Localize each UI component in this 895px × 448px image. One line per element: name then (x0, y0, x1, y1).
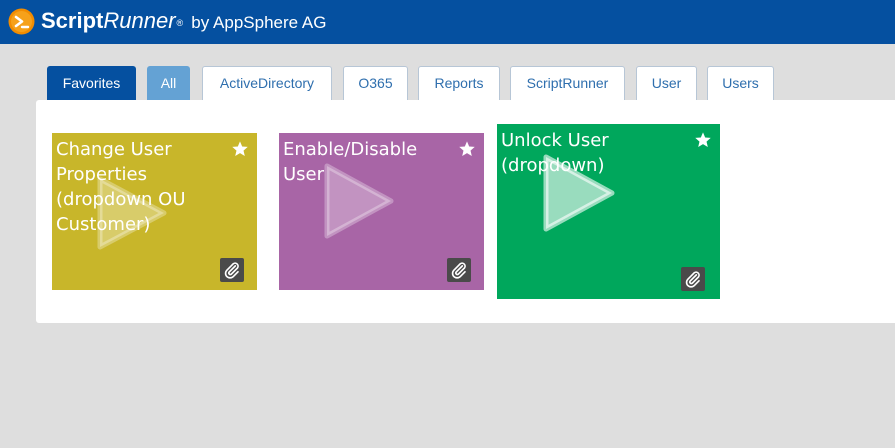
star-icon[interactable] (694, 131, 712, 149)
action-card[interactable]: Unlock User (dropdown) (497, 124, 720, 299)
brand-runner: Runner (103, 8, 176, 33)
tab-all[interactable]: All (147, 66, 190, 100)
star-icon[interactable] (231, 140, 249, 158)
paperclip-icon (685, 271, 700, 288)
action-card-title: Unlock User (dropdown) (501, 130, 609, 176)
paperclip-icon (451, 262, 466, 279)
scriptrunner-logo-icon (8, 8, 35, 35)
star-icon[interactable] (458, 140, 476, 158)
tab-scriptrunner[interactable]: ScriptRunner (510, 66, 625, 100)
tab-favorites[interactable]: Favorites (47, 66, 136, 100)
action-card[interactable]: Change User Properties (dropdown OU Cust… (52, 133, 257, 290)
tab-user[interactable]: User (636, 66, 697, 100)
attachment-button[interactable] (681, 267, 705, 291)
attachment-button[interactable] (447, 258, 471, 282)
tab-o365[interactable]: O365 (343, 66, 408, 100)
paperclip-icon (224, 262, 239, 279)
app-header: ScriptRunner® by AppSphere AG (0, 0, 895, 44)
attachment-button[interactable] (220, 258, 244, 282)
action-card[interactable]: Enable/Disable User (279, 133, 484, 290)
app-brand: ScriptRunner® by AppSphere AG (41, 7, 326, 37)
tab-reports[interactable]: Reports (418, 66, 500, 100)
action-card-title: Enable/Disable User (283, 139, 418, 185)
brand-by: by AppSphere AG (191, 13, 327, 32)
tab-users[interactable]: Users (707, 66, 774, 100)
brand-script: Script (41, 8, 104, 33)
brand-registered-mark: ® (176, 18, 184, 28)
action-card-title: Change User Properties (dropdown OU Cust… (56, 139, 186, 235)
tab-activedirectory[interactable]: ActiveDirectory (202, 66, 332, 100)
